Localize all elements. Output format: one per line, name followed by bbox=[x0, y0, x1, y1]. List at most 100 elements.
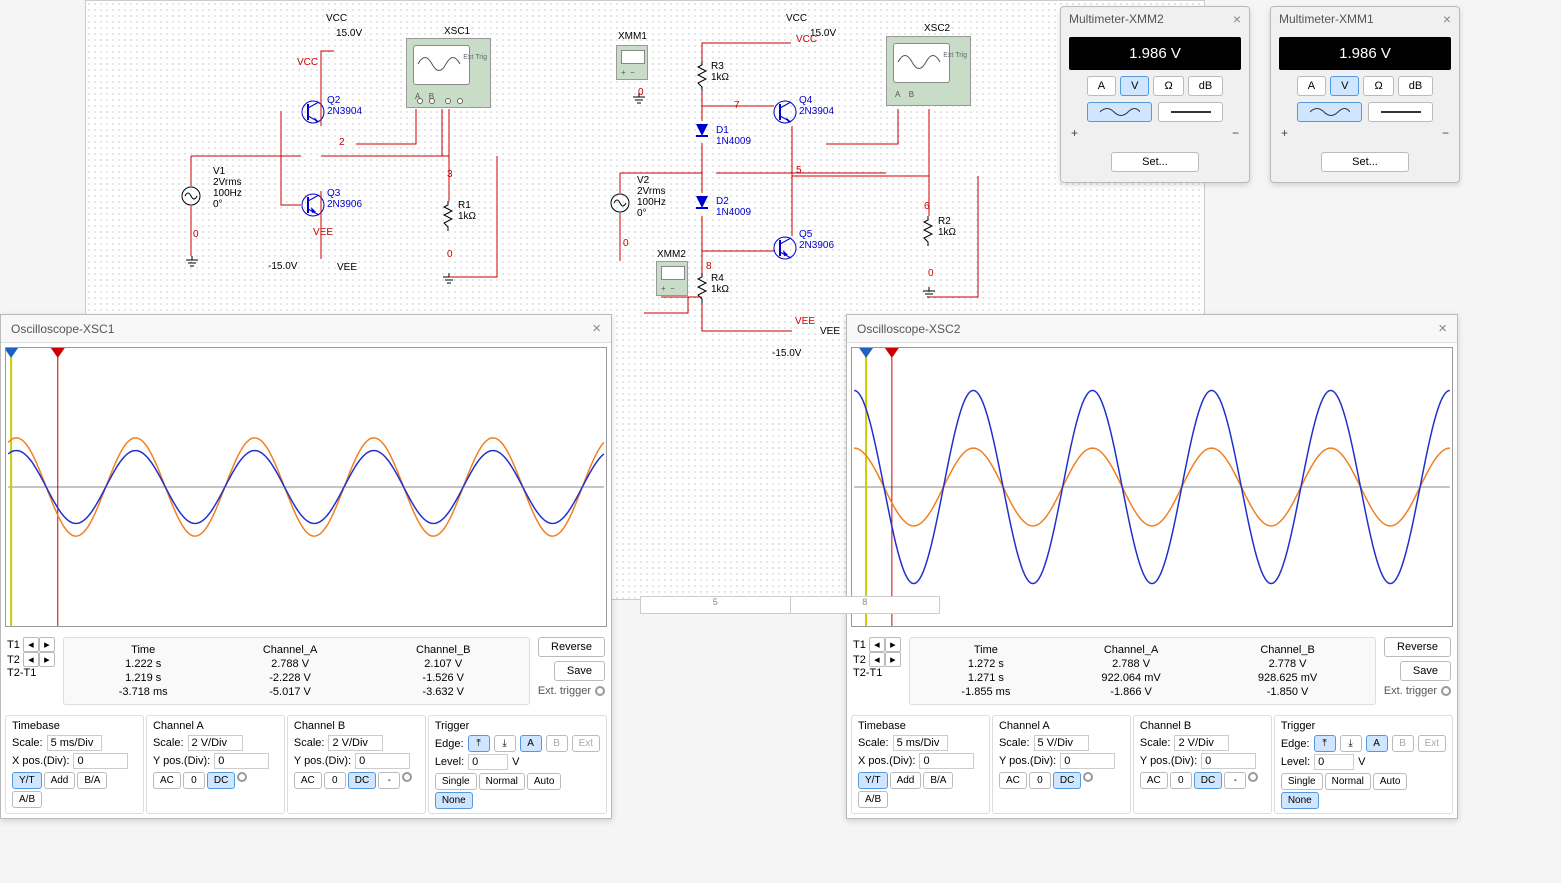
oscilloscope-xsc1-window[interactable]: Oscilloscope-XSC1× T1 ◂▸ T2 ◂▸ T2-T1 Tim… bbox=[0, 314, 612, 819]
trg-level-input[interactable] bbox=[1314, 754, 1354, 770]
mm1-ac-button[interactable] bbox=[1297, 102, 1362, 122]
mm1-mode-v[interactable]: V bbox=[1330, 76, 1359, 96]
trg-auto[interactable]: Auto bbox=[1373, 773, 1408, 790]
multimeter-xmm1-icon[interactable] bbox=[616, 45, 648, 80]
mm2-set-button[interactable]: Set... bbox=[1111, 152, 1199, 172]
mm2-mode-a[interactable]: A bbox=[1087, 76, 1116, 96]
chb-ac[interactable]: AC bbox=[1140, 772, 1168, 789]
t2-right[interactable]: ▸ bbox=[39, 652, 55, 667]
ba-button[interactable]: B/A bbox=[923, 772, 953, 789]
xsc2-plot[interactable] bbox=[851, 347, 1453, 627]
oscilloscope-xsc1-icon[interactable]: Ext Trig bbox=[406, 38, 491, 108]
reverse-button[interactable]: Reverse bbox=[1384, 637, 1451, 657]
mm2-mode-db[interactable]: dB bbox=[1188, 76, 1223, 96]
ab-button[interactable]: A/B bbox=[858, 791, 888, 808]
mm2-dc-button[interactable] bbox=[1158, 102, 1223, 122]
reverse-button[interactable]: Reverse bbox=[538, 637, 605, 657]
chb-neg[interactable]: - bbox=[1224, 772, 1246, 789]
trg-none[interactable]: None bbox=[435, 792, 473, 809]
t2-left[interactable]: ◂ bbox=[23, 652, 39, 667]
edge-fall[interactable]: ⤓ bbox=[1340, 735, 1362, 752]
cha-0[interactable]: 0 bbox=[1029, 772, 1051, 789]
mm2-ac-button[interactable] bbox=[1087, 102, 1152, 122]
cha-ac[interactable]: AC bbox=[999, 772, 1027, 789]
chb-ypos-input[interactable] bbox=[355, 753, 410, 769]
trg-auto[interactable]: Auto bbox=[527, 773, 562, 790]
cha-port[interactable] bbox=[237, 772, 247, 782]
chb-scale-input[interactable] bbox=[1174, 735, 1229, 751]
trg-src-b[interactable]: B bbox=[546, 735, 568, 752]
ab-button[interactable]: A/B bbox=[12, 791, 42, 808]
cha-ac[interactable]: AC bbox=[153, 772, 181, 789]
ext-trigger-port[interactable] bbox=[595, 686, 605, 696]
multimeter-xmm2-window[interactable]: Multimeter-XMM2× 1.986 V A V Ω dB +− Set… bbox=[1060, 6, 1250, 183]
chb-0[interactable]: 0 bbox=[1170, 772, 1192, 789]
trg-normal[interactable]: Normal bbox=[479, 773, 525, 790]
add-button[interactable]: Add bbox=[44, 772, 76, 789]
mm2-mode-v[interactable]: V bbox=[1120, 76, 1149, 96]
yt-button[interactable]: Y/T bbox=[858, 772, 888, 789]
trg-none[interactable]: None bbox=[1281, 792, 1319, 809]
multimeter-xmm1-window[interactable]: Multimeter-XMM1× 1.986 V A V Ω dB +− Set… bbox=[1270, 6, 1460, 183]
multimeter-xmm2-icon[interactable] bbox=[656, 261, 688, 296]
edge-fall[interactable]: ⤓ bbox=[494, 735, 516, 752]
chb-neg[interactable]: - bbox=[378, 772, 400, 789]
cha-scale-input[interactable] bbox=[188, 735, 243, 751]
trg-single[interactable]: Single bbox=[1281, 773, 1323, 790]
t1-left[interactable]: ◂ bbox=[23, 637, 39, 652]
chb-dc[interactable]: DC bbox=[348, 772, 376, 789]
chb-ac[interactable]: AC bbox=[294, 772, 322, 789]
edge-rise[interactable]: ⤒ bbox=[1314, 735, 1336, 752]
tb-scale-input[interactable] bbox=[893, 735, 948, 751]
mm1-dc-button[interactable] bbox=[1368, 102, 1433, 122]
oscilloscope-xsc2-window[interactable]: Oscilloscope-XSC2× T1 ◂▸ T2 ◂▸ T2-T1 Tim… bbox=[846, 314, 1458, 819]
trg-src-ext[interactable]: Ext bbox=[572, 735, 600, 752]
tb-xpos-input[interactable] bbox=[73, 753, 128, 769]
chb-scale-input[interactable] bbox=[328, 735, 383, 751]
mm1-mode-db[interactable]: dB bbox=[1398, 76, 1433, 96]
trg-normal[interactable]: Normal bbox=[1325, 773, 1371, 790]
oscilloscope-xsc2-icon[interactable]: Ext Trig bbox=[886, 36, 971, 106]
save-button[interactable]: Save bbox=[1400, 661, 1451, 681]
trg-src-ext[interactable]: Ext bbox=[1418, 735, 1446, 752]
trg-src-b[interactable]: B bbox=[1392, 735, 1414, 752]
trg-level-input[interactable] bbox=[468, 754, 508, 770]
close-icon[interactable]: × bbox=[1443, 11, 1451, 27]
chb-ypos-input[interactable] bbox=[1201, 753, 1256, 769]
trg-src-a[interactable]: A bbox=[1366, 735, 1388, 752]
close-icon[interactable]: × bbox=[1233, 11, 1241, 27]
close-icon[interactable]: × bbox=[592, 320, 601, 337]
yt-button[interactable]: Y/T bbox=[12, 772, 42, 789]
t1-left[interactable]: ◂ bbox=[869, 637, 885, 652]
close-icon[interactable]: × bbox=[1438, 320, 1447, 337]
mm1-set-button[interactable]: Set... bbox=[1321, 152, 1409, 172]
t1-right[interactable]: ▸ bbox=[39, 637, 55, 652]
chb-dc[interactable]: DC bbox=[1194, 772, 1222, 789]
ba-button[interactable]: B/A bbox=[77, 772, 107, 789]
mm1-mode-a[interactable]: A bbox=[1297, 76, 1326, 96]
add-button[interactable]: Add bbox=[890, 772, 922, 789]
chb-port[interactable] bbox=[1248, 772, 1258, 782]
save-button[interactable]: Save bbox=[554, 661, 605, 681]
cha-ypos-input[interactable] bbox=[1060, 753, 1115, 769]
mm2-mode-ohm[interactable]: Ω bbox=[1153, 76, 1183, 96]
edge-rise[interactable]: ⤒ bbox=[468, 735, 490, 752]
cha-0[interactable]: 0 bbox=[183, 772, 205, 789]
tb-xpos-input[interactable] bbox=[919, 753, 974, 769]
cha-port[interactable] bbox=[1083, 772, 1093, 782]
t2-left[interactable]: ◂ bbox=[869, 652, 885, 667]
chb-port[interactable] bbox=[402, 772, 412, 782]
t2-right[interactable]: ▸ bbox=[885, 652, 901, 667]
tb-scale-input[interactable] bbox=[47, 735, 102, 751]
t1-right[interactable]: ▸ bbox=[885, 637, 901, 652]
xsc1-plot[interactable] bbox=[5, 347, 607, 627]
cha-ypos-input[interactable] bbox=[214, 753, 269, 769]
trg-src-a[interactable]: A bbox=[520, 735, 542, 752]
trg-single[interactable]: Single bbox=[435, 773, 477, 790]
cha-dc[interactable]: DC bbox=[207, 772, 235, 789]
cha-dc[interactable]: DC bbox=[1053, 772, 1081, 789]
chb-0[interactable]: 0 bbox=[324, 772, 346, 789]
cha-scale-input[interactable] bbox=[1034, 735, 1089, 751]
ext-trigger-port[interactable] bbox=[1441, 686, 1451, 696]
mm1-mode-ohm[interactable]: Ω bbox=[1363, 76, 1393, 96]
